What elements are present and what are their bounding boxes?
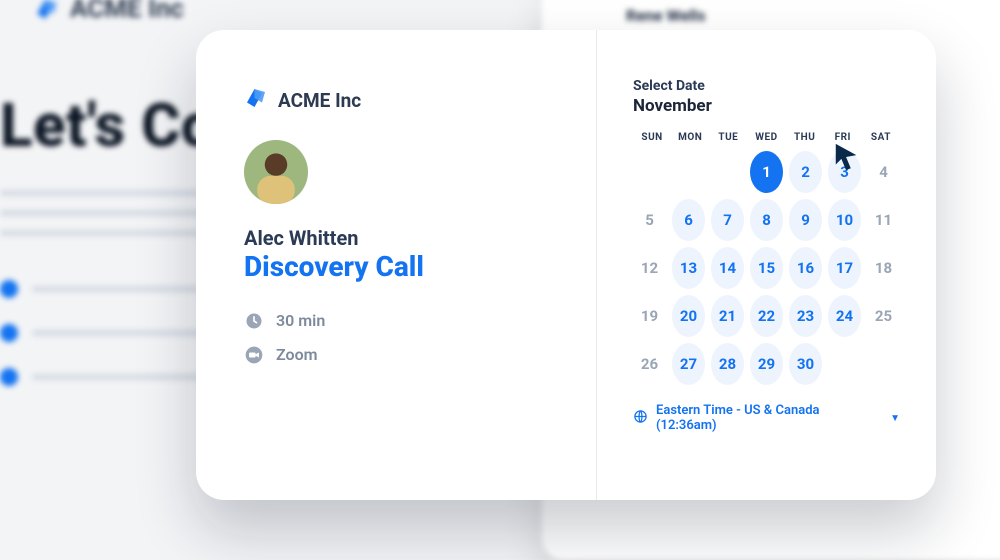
calendar-day-available[interactable]: 15: [750, 247, 783, 289]
host-avatar: [244, 140, 308, 204]
modal-brand: ACME Inc: [244, 86, 562, 114]
calendar-day-selected[interactable]: 1: [750, 151, 783, 193]
check-icon: [0, 324, 18, 342]
calendar-day-available[interactable]: 29: [750, 343, 783, 385]
dow-cell: THU: [786, 132, 824, 143]
globe-icon: [633, 409, 648, 428]
modal-right-pane: Select Date November SUNMONTUEWEDTHUFRIS…: [597, 30, 936, 500]
calendar-grid: 1234567891011121314151617181920212223242…: [633, 151, 900, 385]
calendar-day-available[interactable]: 22: [750, 295, 783, 337]
host-name: Alec Whitten: [244, 226, 562, 250]
location-text: Zoom: [276, 345, 318, 364]
calendar-day-disabled: 26: [633, 343, 666, 385]
check-icon: [0, 368, 18, 386]
calendar-day-disabled: 12: [633, 247, 666, 289]
dow-cell: MON: [671, 132, 709, 143]
calendar-day-disabled: 18: [867, 247, 900, 289]
dow-header: SUNMONTUEWEDTHUFRISAT: [633, 132, 900, 143]
calendar-day-available[interactable]: 10: [828, 199, 861, 241]
calendar-day-available[interactable]: 14: [711, 247, 744, 289]
calendar-day-disabled: 4: [867, 151, 900, 193]
calendar-day-available[interactable]: 28: [711, 343, 744, 385]
timezone-selector[interactable]: Eastern Time - US & Canada (12:36am) ▼: [633, 403, 900, 433]
dow-cell: FRI: [824, 132, 862, 143]
calendar-day-disabled: 25: [867, 295, 900, 337]
calendar-day-disabled: 5: [633, 199, 666, 241]
clock-icon: [244, 311, 264, 331]
check-icon: [0, 280, 18, 298]
dow-cell: SUN: [633, 132, 671, 143]
calendar-day-blank: [633, 151, 666, 193]
calendar-day-available[interactable]: 20: [672, 295, 705, 337]
calendar-day-blank: [672, 151, 705, 193]
calendar-day-available[interactable]: 16: [789, 247, 822, 289]
timezone-text: Eastern Time - US & Canada (12:36am): [656, 403, 882, 433]
calendar-day-available[interactable]: 23: [789, 295, 822, 337]
calendar-day-available[interactable]: 3: [828, 151, 861, 193]
calendar-day-available[interactable]: 2: [789, 151, 822, 193]
location-row: Zoom: [244, 345, 562, 365]
calendar-day-blank: [828, 343, 861, 385]
calendar-day-blank: [867, 343, 900, 385]
duration-row: 30 min: [244, 311, 562, 331]
logo-icon: [34, 0, 60, 22]
calendar-day-blank: [711, 151, 744, 193]
calendar-day-available[interactable]: 13: [672, 247, 705, 289]
calendar-day-available[interactable]: 21: [711, 295, 744, 337]
calendar-day-available[interactable]: 6: [672, 199, 705, 241]
calendar-day-available[interactable]: 30: [789, 343, 822, 385]
calendar: SUNMONTUEWEDTHUFRISAT 123456789101112131…: [633, 132, 900, 385]
calendar-day-available[interactable]: 8: [750, 199, 783, 241]
select-date-label: Select Date: [633, 78, 900, 94]
calendar-day-available[interactable]: 9: [789, 199, 822, 241]
logo-icon: [244, 86, 268, 114]
month-label: November: [633, 96, 900, 116]
modal-left-pane: ACME Inc Alec Whitten Discovery Call 30 …: [196, 30, 597, 500]
scheduling-modal: ACME Inc Alec Whitten Discovery Call 30 …: [196, 30, 936, 500]
chevron-down-icon: ▼: [890, 413, 900, 424]
calendar-day-available[interactable]: 27: [672, 343, 705, 385]
calendar-day-available[interactable]: 17: [828, 247, 861, 289]
modal-brand-text: ACME Inc: [278, 89, 361, 112]
bg-profile-name: Rene Wells: [626, 6, 996, 25]
event-title: Discovery Call: [244, 252, 562, 283]
dow-cell: TUE: [709, 132, 747, 143]
calendar-day-disabled: 19: [633, 295, 666, 337]
bg-brand: ACME Inc: [34, 0, 184, 24]
calendar-day-available[interactable]: 24: [828, 295, 861, 337]
video-icon: [244, 345, 264, 365]
bg-brand-text: ACME Inc: [70, 0, 184, 24]
dow-cell: SAT: [862, 132, 900, 143]
calendar-day-disabled: 11: [867, 199, 900, 241]
dow-cell: WED: [747, 132, 785, 143]
calendar-day-available[interactable]: 7: [711, 199, 744, 241]
duration-text: 30 min: [276, 311, 325, 330]
